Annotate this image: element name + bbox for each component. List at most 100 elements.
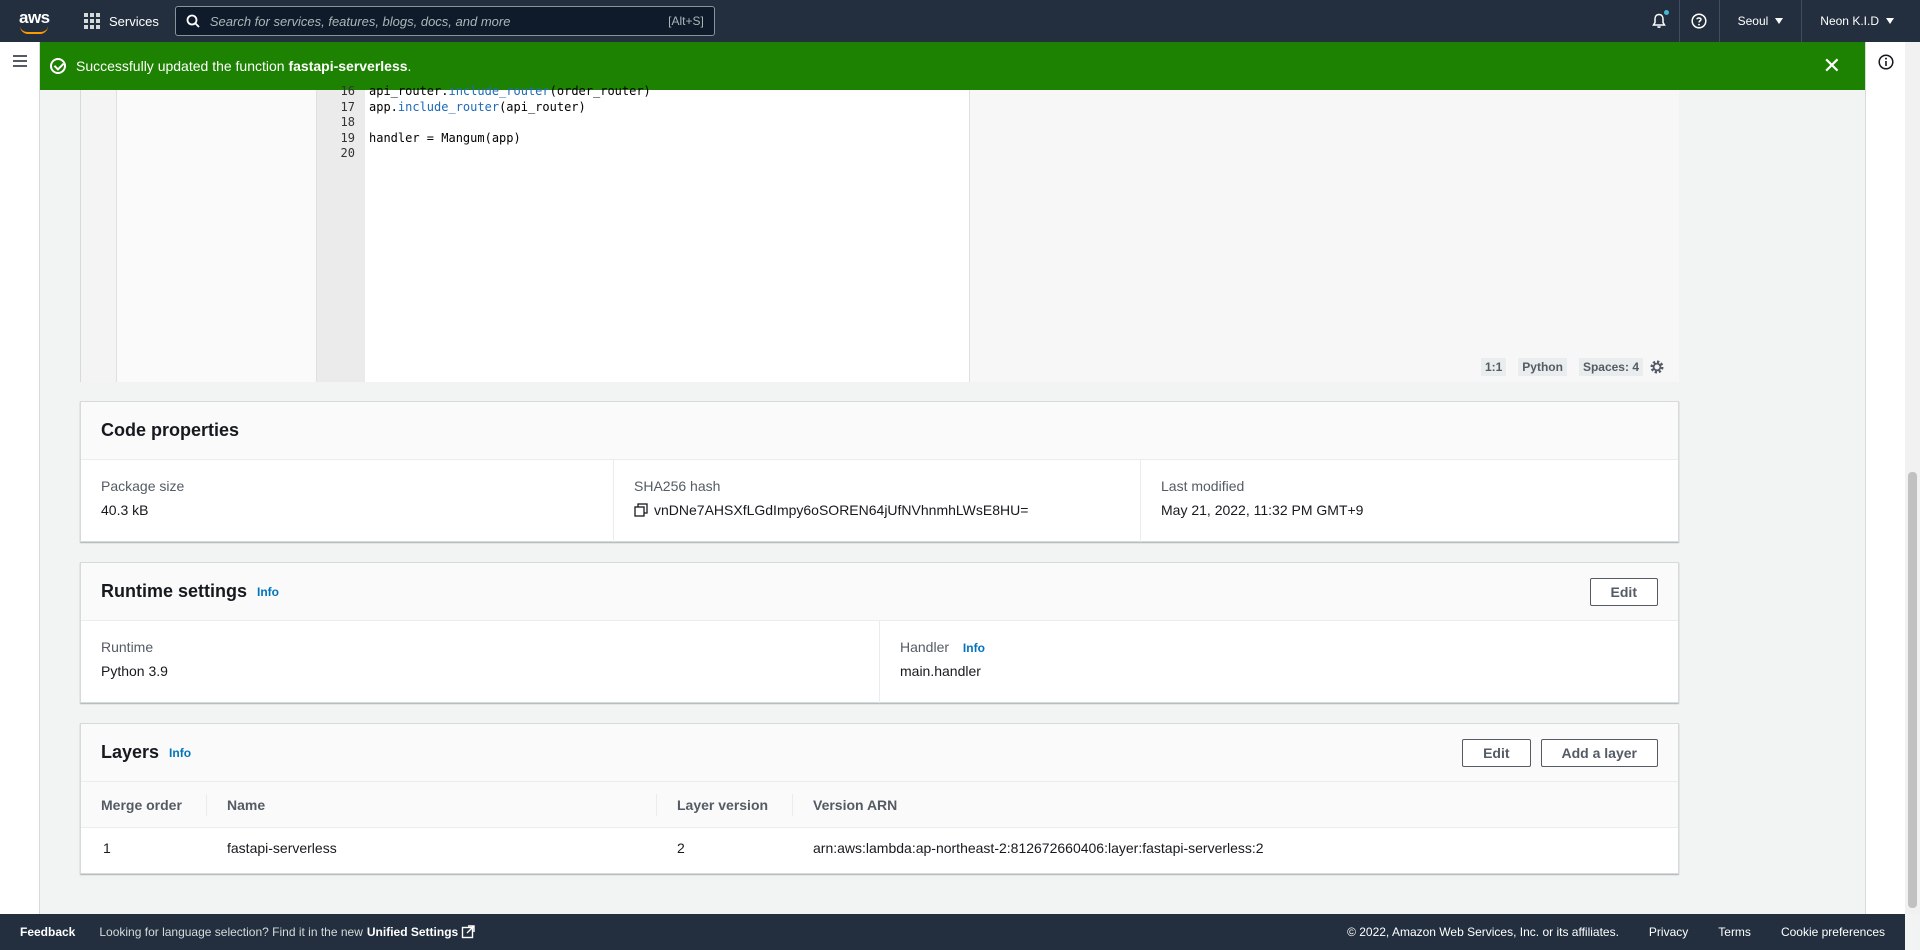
runtime-settings-header: Runtime settings Info Edit: [81, 563, 1678, 621]
right-tools-rail: [1865, 42, 1905, 914]
package-size-field: Package size 40.3 kB: [81, 460, 614, 542]
cookie-preferences-link[interactable]: Cookie preferences: [1781, 925, 1885, 939]
bell-icon: [1652, 13, 1666, 28]
footer-links: © 2022, Amazon Web Services, Inc. or its…: [1347, 925, 1905, 939]
code-token: include_router: [397, 99, 500, 114]
line-number: 18: [340, 115, 355, 130]
code-token: handler = Mangum(app): [369, 130, 521, 145]
top-navigation: aws Services [Alt+S] Seoul Neon K.I.D: [0, 0, 1920, 42]
column-header-name[interactable]: Name: [207, 793, 657, 816]
region-selector[interactable]: Seoul: [1720, 0, 1803, 42]
add-layer-button[interactable]: Add a layer: [1540, 738, 1658, 767]
info-panel-icon[interactable]: [1878, 54, 1894, 70]
sha256-field: SHA256 hash vnDNe7AHSXfLGdImpy6oSOREN64j…: [614, 460, 1141, 542]
code-token: api_router.: [369, 84, 449, 98]
runtime-label: Runtime: [101, 639, 154, 655]
flash-message-suffix: .: [407, 58, 412, 74]
last-modified-field: Last modified May 21, 2022, 11:32 PM GMT…: [1141, 460, 1678, 542]
code-properties-panel: Code properties Package size 40.3 kB SHA…: [80, 401, 1679, 542]
handler-info-link[interactable]: Info: [963, 641, 985, 655]
page-scrollbar[interactable]: [1905, 42, 1920, 914]
flash-function-name: fastapi-serverless: [288, 58, 408, 74]
language-mode[interactable]: Python: [1518, 358, 1567, 376]
aws-logo-text: aws: [19, 8, 50, 27]
scrollbar-thumb[interactable]: [1908, 472, 1917, 908]
region-label: Seoul: [1737, 14, 1769, 28]
code-token: include_router: [448, 84, 550, 98]
privacy-link[interactable]: Privacy: [1649, 925, 1688, 939]
copyright-text: © 2022, Amazon Web Services, Inc. or its…: [1347, 925, 1619, 939]
code-token: (api_router): [499, 99, 586, 114]
notifications-button[interactable]: [1640, 0, 1680, 42]
services-label: Services: [109, 13, 159, 29]
sha256-label: SHA256 hash: [634, 478, 721, 494]
close-icon[interactable]: ✕: [1823, 55, 1841, 77]
menu-icon[interactable]: [13, 55, 27, 70]
line-number: 16: [340, 84, 355, 98]
column-header-layer-version[interactable]: Layer version: [657, 793, 793, 816]
left-navigation-rail: [0, 42, 40, 914]
handler-label-row: Handler Info: [900, 639, 1658, 655]
page-footer: Feedback Looking for language selection?…: [0, 914, 1905, 950]
feedback-link[interactable]: Feedback: [20, 925, 75, 939]
cursor-position[interactable]: 1:1: [1480, 358, 1507, 376]
line-number: 19: [340, 130, 355, 145]
help-icon: [1691, 13, 1707, 29]
code-properties-row: Package size 40.3 kB SHA256 hash vnDNe7A…: [81, 460, 1678, 542]
layers-header: Layers Info Edit Add a layer: [81, 724, 1678, 782]
layer-version-cell: 2: [677, 840, 685, 856]
runtime-edit-button[interactable]: Edit: [1589, 577, 1658, 606]
code-text-area[interactable]: api_router.include_router(order_router) …: [365, 84, 970, 382]
layers-panel: Layers Info Edit Add a layer Merge order…: [80, 723, 1679, 874]
last-modified-label: Last modified: [1161, 478, 1245, 494]
search-bar[interactable]: [Alt+S]: [174, 6, 715, 36]
gear-icon[interactable]: [1649, 359, 1665, 375]
layer-name-cell: fastapi-serverless: [227, 840, 337, 856]
code-properties-header: Code properties: [81, 402, 1678, 460]
terms-link[interactable]: Terms: [1718, 925, 1751, 939]
services-menu-button[interactable]: Services: [84, 13, 159, 29]
version-arn-cell: arn:aws:lambda:ap-northeast-2:8126726604…: [813, 840, 1264, 856]
package-size-value: 40.3 kB: [101, 502, 149, 518]
grid-icon: [84, 13, 100, 29]
line-number: 20: [340, 146, 355, 161]
code-line: app.include_router(api_router): [369, 100, 969, 116]
column-header-version-arn[interactable]: Version ARN: [793, 794, 1193, 816]
table-row: 1 fastapi-serverless 2 arn:aws:lambda:ap…: [81, 828, 1678, 868]
account-menu[interactable]: Neon K.I.D: [1802, 0, 1920, 42]
handler-field: Handler Info main.handler: [880, 621, 1678, 703]
package-size-label: Package size: [101, 478, 185, 494]
help-button[interactable]: [1680, 0, 1720, 42]
search-input[interactable]: [209, 13, 669, 29]
copy-icon[interactable]: [634, 503, 648, 517]
code-properties-title: Code properties: [101, 420, 240, 440]
code-token: (order_router): [549, 84, 651, 98]
code-editor: 16 17 18 19 20 api_router.include_router…: [80, 84, 1679, 382]
layers-edit-button[interactable]: Edit: [1462, 738, 1531, 767]
handler-label: Handler: [900, 639, 950, 655]
caret-down-icon: [1775, 18, 1784, 24]
success-flash-banner: Successfully updated the function fastap…: [40, 42, 1865, 90]
layers-info-link[interactable]: Info: [169, 746, 191, 760]
unified-settings-link[interactable]: Unified Settings: [367, 925, 475, 939]
layers-title: Layers: [101, 742, 160, 762]
flash-message-prefix: Successfully updated the function: [76, 58, 289, 74]
environment-file-tree[interactable]: [117, 90, 317, 382]
column-header-merge-order[interactable]: Merge order: [81, 793, 207, 816]
aws-smile-icon: [20, 26, 48, 34]
runtime-field: Runtime Python 3.9: [81, 621, 880, 703]
indentation-setting[interactable]: Spaces: 4: [1578, 358, 1643, 376]
layers-actions: Edit Add a layer: [1462, 738, 1658, 767]
sha256-value-row: vnDNe7AHSXfLGdImpy6oSOREN64jUfNVhnmhLWsE…: [634, 502, 1120, 518]
sha256-value: vnDNe7AHSXfLGdImpy6oSOREN64jUfNVhnmhLWsE…: [654, 502, 1029, 518]
runtime-settings-info-link[interactable]: Info: [257, 585, 279, 599]
editor-status-bar: 1:1 Python Spaces: 4: [1469, 358, 1665, 376]
aws-logo[interactable]: aws: [18, 6, 54, 36]
success-check-icon: [50, 58, 66, 74]
code-token: app.: [369, 99, 398, 114]
code-line: api_router.include_router(order_router): [369, 84, 969, 100]
account-label: Neon K.I.D: [1820, 14, 1879, 28]
language-selection-text: Looking for language selection? Find it …: [99, 925, 363, 939]
runtime-settings-actions: Edit: [1589, 577, 1658, 606]
